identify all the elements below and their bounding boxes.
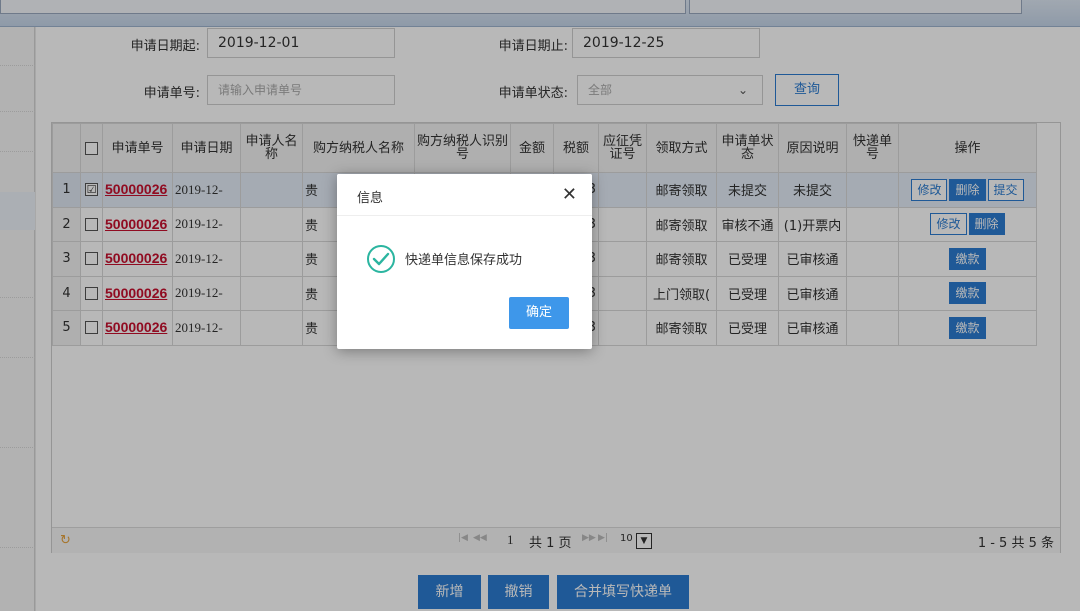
close-icon[interactable]: ✕ [562,184,577,205]
dialog-message: 快递单信息保存成功 [405,253,523,268]
info-dialog: 信息 ✕ 快递单信息保存成功 确定 [337,174,592,349]
check-circle-icon [366,244,396,278]
confirm-button[interactable]: 确定 [509,297,569,329]
dialog-header: 信息 ✕ [337,174,592,216]
dialog-title: 信息 [357,191,384,206]
